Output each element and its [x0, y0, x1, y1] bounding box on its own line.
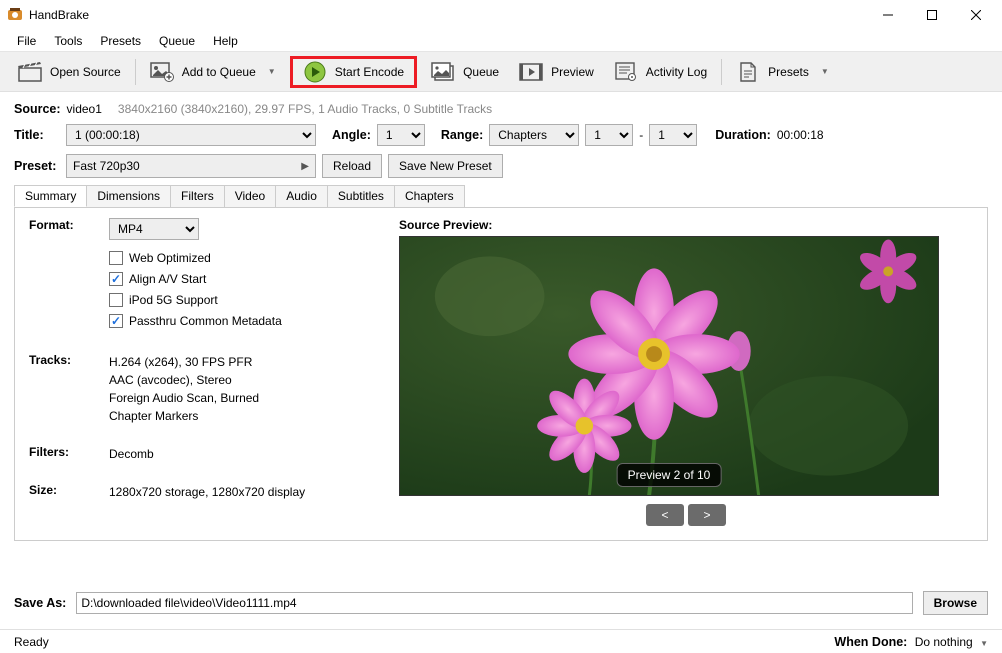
- tab-video[interactable]: Video: [224, 185, 276, 207]
- filters-label: Filters:: [29, 445, 109, 463]
- title-label: Title:: [14, 128, 60, 142]
- preset-combo[interactable]: Fast 720p30 ▶: [66, 154, 316, 178]
- browse-button[interactable]: Browse: [923, 591, 988, 615]
- preview-button[interactable]: Preview: [509, 56, 604, 88]
- add-to-queue-label: Add to Queue: [182, 65, 256, 79]
- save-as-path[interactable]: [76, 592, 912, 614]
- queue-label: Queue: [463, 65, 499, 79]
- passthru-metadata-label: Passthru Common Metadata: [129, 312, 282, 330]
- image-stack-icon: [431, 60, 455, 84]
- add-to-queue-button[interactable]: Add to Queue ▼: [140, 56, 286, 88]
- angle-label: Angle:: [332, 128, 371, 142]
- source-info: Source: video1 3840x2160 (3840x2160), 29…: [14, 102, 988, 116]
- ipod-support-label: iPod 5G Support: [129, 291, 218, 309]
- source-name: video1: [67, 102, 102, 116]
- source-preview-image: Preview 2 of 10: [399, 236, 939, 496]
- preview-next-button[interactable]: >: [688, 504, 726, 526]
- duration-value: 00:00:18: [777, 128, 824, 142]
- size-value: 1280x720 storage, 1280x720 display: [109, 483, 369, 501]
- menu-help[interactable]: Help: [204, 32, 247, 50]
- range-dash: -: [639, 128, 643, 142]
- document-icon: [736, 60, 760, 84]
- align-av-label: Align A/V Start: [129, 270, 206, 288]
- minimize-button[interactable]: [866, 0, 910, 30]
- tab-filters[interactable]: Filters: [170, 185, 225, 207]
- presets-button[interactable]: Presets ▼: [726, 56, 839, 88]
- play-frame-icon: [519, 60, 543, 84]
- menu-presets[interactable]: Presets: [91, 32, 150, 50]
- source-label: Source:: [14, 102, 61, 116]
- tabstrip: Summary Dimensions Filters Video Audio S…: [14, 185, 988, 207]
- preview-caption: Preview 2 of 10: [617, 463, 722, 487]
- ipod-support-checkbox[interactable]: [109, 293, 123, 307]
- tab-audio[interactable]: Audio: [275, 185, 328, 207]
- range-type-select[interactable]: Chapters: [489, 124, 579, 146]
- toolbar: Open Source Add to Queue ▼ Start Encode …: [0, 52, 1002, 92]
- preview-prev-button[interactable]: <: [646, 504, 684, 526]
- save-new-preset-button[interactable]: Save New Preset: [388, 154, 503, 178]
- filters-value: Decomb: [109, 445, 369, 463]
- when-done-select[interactable]: Do nothing ▼: [915, 635, 988, 649]
- when-done-label: When Done:: [834, 635, 907, 649]
- angle-select[interactable]: 1: [377, 124, 425, 146]
- film-clapper-icon: [18, 60, 42, 84]
- tab-dimensions[interactable]: Dimensions: [86, 185, 171, 207]
- app-logo-icon: [7, 7, 23, 23]
- queue-button[interactable]: Queue: [421, 56, 509, 88]
- preset-value: Fast 720p30: [73, 159, 140, 173]
- log-gear-icon: [614, 60, 638, 84]
- range-label: Range:: [441, 128, 483, 142]
- tab-subtitles[interactable]: Subtitles: [327, 185, 395, 207]
- menu-queue[interactable]: Queue: [150, 32, 204, 50]
- source-preview-label: Source Preview:: [399, 218, 973, 232]
- image-add-icon: [150, 60, 174, 84]
- status-text: Ready: [14, 635, 49, 649]
- open-source-label: Open Source: [50, 65, 121, 79]
- menu-tools[interactable]: Tools: [45, 32, 91, 50]
- activity-log-label: Activity Log: [646, 65, 707, 79]
- menubar: File Tools Presets Queue Help: [0, 30, 1002, 52]
- chevron-right-icon: ▶: [301, 161, 309, 172]
- title-select[interactable]: 1 (00:00:18): [66, 124, 316, 146]
- duration-label: Duration:: [715, 128, 771, 142]
- open-source-button[interactable]: Open Source: [8, 56, 131, 88]
- format-label: Format:: [29, 218, 109, 333]
- save-as-label: Save As:: [14, 596, 66, 610]
- preview-label: Preview: [551, 65, 594, 79]
- window-title: HandBrake: [29, 8, 866, 22]
- tracks-value: H.264 (x264), 30 FPS PFR AAC (avcodec), …: [109, 353, 369, 425]
- play-icon: [303, 60, 327, 84]
- close-button[interactable]: [954, 0, 998, 30]
- statusbar: Ready When Done: Do nothing ▼: [0, 629, 1002, 653]
- passthru-metadata-checkbox[interactable]: [109, 314, 123, 328]
- start-encode-button[interactable]: Start Encode: [290, 56, 417, 88]
- range-from-select[interactable]: 1: [585, 124, 633, 146]
- menu-file[interactable]: File: [8, 32, 45, 50]
- tracks-label: Tracks:: [29, 353, 109, 425]
- format-select[interactable]: MP4: [109, 218, 199, 240]
- size-label: Size:: [29, 483, 109, 501]
- chevron-down-icon[interactable]: ▼: [268, 67, 276, 76]
- activity-log-button[interactable]: Activity Log: [604, 56, 717, 88]
- range-to-select[interactable]: 1: [649, 124, 697, 146]
- chevron-down-icon[interactable]: ▼: [821, 67, 829, 76]
- presets-label: Presets: [768, 65, 809, 79]
- web-optimized-checkbox[interactable]: [109, 251, 123, 265]
- tab-summary[interactable]: Summary: [14, 185, 87, 207]
- align-av-checkbox[interactable]: [109, 272, 123, 286]
- chevron-down-icon: ▼: [980, 639, 988, 648]
- reload-preset-button[interactable]: Reload: [322, 154, 382, 178]
- web-optimized-label: Web Optimized: [129, 249, 211, 267]
- maximize-button[interactable]: [910, 0, 954, 30]
- source-meta: 3840x2160 (3840x2160), 29.97 FPS, 1 Audi…: [118, 102, 492, 116]
- start-encode-label: Start Encode: [335, 65, 404, 79]
- tab-chapters[interactable]: Chapters: [394, 185, 465, 207]
- preset-label: Preset:: [14, 159, 60, 173]
- titlebar: HandBrake: [0, 0, 1002, 30]
